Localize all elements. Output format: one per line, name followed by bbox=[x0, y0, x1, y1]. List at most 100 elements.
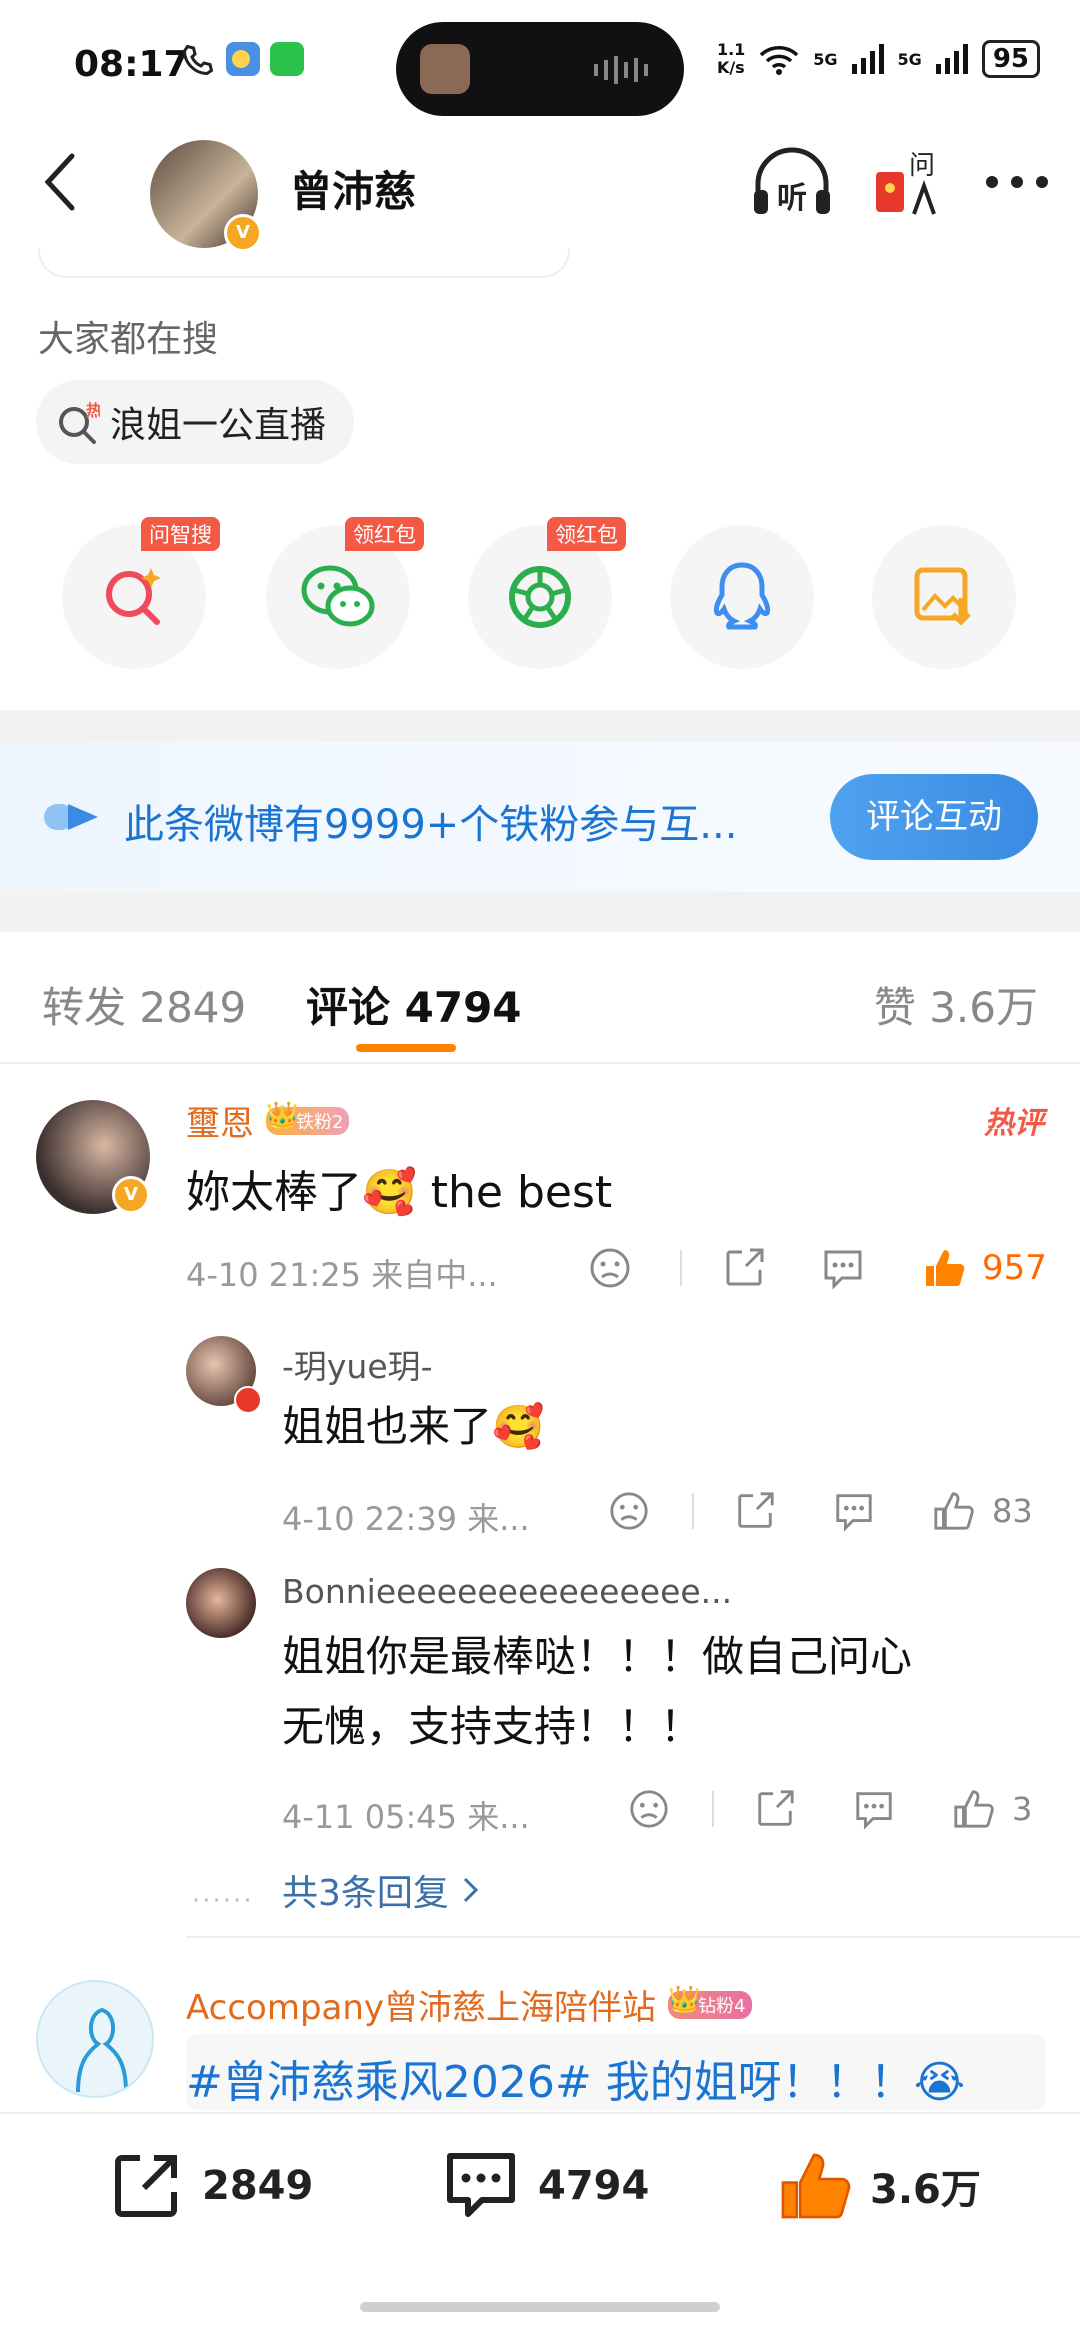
status-time: 08:17 bbox=[74, 44, 189, 85]
commenter-avatar[interactable] bbox=[36, 1980, 154, 2098]
headphones-icon: 听 bbox=[754, 147, 830, 216]
like-count: 3 bbox=[1012, 1790, 1033, 1828]
header-actions: 听 问 bbox=[750, 144, 1050, 220]
signal-label-1: 5G bbox=[813, 49, 838, 69]
share-comment-icon[interactable] bbox=[754, 1788, 796, 1830]
reply-comment-icon[interactable] bbox=[820, 1246, 866, 1290]
commenter-name[interactable]: 璽恩 bbox=[186, 1096, 254, 1145]
wifi-icon bbox=[760, 46, 799, 75]
trending-search-label: 浪姐一公直播 bbox=[110, 405, 327, 446]
ai-search-icon bbox=[106, 568, 161, 625]
verified-badge-icon: V bbox=[112, 1176, 150, 1214]
bottom-comment-button[interactable]: 4794 bbox=[442, 2148, 649, 2224]
comment-actions: 957 bbox=[588, 1246, 1047, 1290]
thread-dots: ······ bbox=[192, 1886, 254, 1916]
commenter-name[interactable]: Accompany曾沛慈上海陪伴站 bbox=[186, 1980, 656, 2029]
action-separator bbox=[712, 1791, 714, 1827]
bottom-like-button[interactable]: 3.6万 bbox=[776, 2148, 981, 2224]
thumbs-up-icon bbox=[781, 2153, 851, 2219]
reply-user[interactable]: Bonnieeeeeeeeeeeeeeee... bbox=[282, 1572, 732, 1611]
author-avatar[interactable]: V bbox=[150, 140, 262, 252]
qq-icon bbox=[713, 562, 771, 630]
net-speed: 1.1 K/s bbox=[716, 40, 746, 77]
signal-icon-2 bbox=[935, 44, 968, 74]
comment-text: 妳太棒了🥰 the best bbox=[186, 1167, 613, 1218]
bottom-repost-button[interactable]: 2849 bbox=[108, 2148, 313, 2224]
reply-comment-icon[interactable] bbox=[852, 1788, 896, 1830]
save-image-icon bbox=[914, 567, 971, 626]
tab-repost[interactable]: 转发 2849 bbox=[42, 974, 246, 1035]
reply-text-line-2: 无愧，支持支持！！！ bbox=[282, 1702, 703, 1751]
more-replies-link[interactable]: 共3条回复 bbox=[282, 1864, 481, 1916]
share-comment-icon[interactable] bbox=[734, 1490, 776, 1532]
previous-card-edge bbox=[38, 248, 570, 278]
comment-interact-button[interactable]: 评论互动 bbox=[830, 774, 1038, 860]
home-indicator[interactable] bbox=[360, 2302, 720, 2312]
listen-button[interactable]: 听 bbox=[750, 144, 834, 220]
tab-comment[interactable]: 评论 4794 bbox=[306, 974, 522, 1035]
battery-indicator: 95 bbox=[981, 40, 1040, 78]
weather-icon bbox=[226, 42, 260, 76]
status-bar: 08:17 1.1 K/s 5G 5G 95 bbox=[0, 0, 1080, 120]
interaction-tabs: 转发 2849 评论 4794 赞 3.6万 bbox=[0, 932, 1080, 1064]
fan-level-label: 钻粉4 bbox=[698, 1995, 746, 2017]
like-icon[interactable] bbox=[932, 1490, 974, 1532]
like-icon[interactable] bbox=[952, 1788, 994, 1830]
share-save-image-button[interactable] bbox=[872, 525, 1016, 669]
like-icon-active[interactable] bbox=[922, 1246, 966, 1290]
fan-banner-text: 此条微博有9999+个铁粉参与互... bbox=[124, 802, 738, 848]
reply-meta: 4-10 22:39 来... bbox=[282, 1500, 530, 1538]
bottom-like-count: 3.6万 bbox=[870, 2167, 981, 2213]
play-bubbles-icon bbox=[44, 804, 98, 830]
signal-label-2: 5G bbox=[897, 49, 922, 69]
dislike-face-icon[interactable] bbox=[628, 1788, 670, 1830]
dislike-face-icon[interactable] bbox=[608, 1490, 650, 1532]
back-arrow-icon[interactable] bbox=[38, 150, 84, 214]
ask-redpacket-button[interactable]: 问 bbox=[874, 144, 944, 220]
action-separator bbox=[692, 1493, 694, 1529]
reply-actions: 83 bbox=[608, 1490, 1033, 1532]
chevron-right-icon bbox=[463, 1877, 479, 1903]
hot-comment-tag: 热评 bbox=[984, 1106, 1044, 1141]
reply-comment-icon[interactable] bbox=[832, 1490, 876, 1532]
share-tag-wechat: 领红包 bbox=[345, 517, 424, 551]
fan-interaction-banner[interactable]: 此条微博有9999+个铁粉参与互... 评论互动 bbox=[0, 742, 1080, 892]
section-divider bbox=[0, 710, 1080, 742]
reply-user[interactable]: -玥yue玥- bbox=[282, 1340, 433, 1388]
trending-search-chip[interactable]: 热 浪姐一公直播 bbox=[36, 380, 355, 464]
moments-icon bbox=[509, 566, 571, 628]
tab-like[interactable]: 赞 3.6万 bbox=[874, 974, 1038, 1035]
more-replies-label: 共3条回复 bbox=[282, 1873, 449, 1914]
post-header: V 曾沛慈 听 问 bbox=[0, 120, 1080, 252]
svg-text:热: 热 bbox=[86, 401, 100, 420]
bottom-comment-count: 4794 bbox=[538, 2163, 650, 2209]
share-ai-search-button[interactable]: 问智搜 bbox=[62, 517, 220, 669]
dynamic-island bbox=[396, 22, 684, 116]
hot-search-icon: 热 bbox=[59, 401, 100, 444]
comment-text: #曾沛慈乘风2026# 我的姐呀！！！😭 bbox=[186, 2057, 966, 2108]
reply-avatar[interactable] bbox=[186, 1568, 256, 1638]
reply-text-line-1: 姐姐你是最棒哒！！！做自己问心 bbox=[282, 1632, 913, 1681]
comment-header: 璽恩 👑 铁粉2 bbox=[186, 1096, 350, 1145]
share-wechat-button[interactable]: 领红包 bbox=[266, 517, 424, 669]
share-qq-button[interactable] bbox=[670, 525, 814, 669]
reply-meta: 4-11 05:45 来... bbox=[282, 1798, 530, 1836]
author-name[interactable]: 曾沛慈 bbox=[290, 158, 416, 219]
dislike-face-icon[interactable] bbox=[588, 1246, 632, 1290]
fan-level-badge: 👑 铁粉2 bbox=[266, 1101, 350, 1135]
trending-search-title: 大家都在搜 bbox=[38, 319, 219, 360]
share-tag-moments: 领红包 bbox=[547, 517, 626, 551]
action-separator bbox=[680, 1250, 682, 1286]
signal-icon-1 bbox=[851, 44, 884, 74]
share-row: 问智搜 领红包 领红包 bbox=[0, 517, 1080, 675]
comment-icon bbox=[447, 2153, 515, 2217]
like-count: 83 bbox=[992, 1492, 1033, 1530]
share-moments-button[interactable]: 领红包 bbox=[468, 517, 626, 669]
like-count: 957 bbox=[982, 1248, 1047, 1288]
section-divider-2 bbox=[0, 892, 1080, 932]
more-options-icon[interactable] bbox=[984, 172, 1050, 192]
member-badge-icon bbox=[234, 1386, 262, 1414]
red-packet-icon: 问 bbox=[876, 151, 936, 215]
share-comment-icon[interactable] bbox=[722, 1246, 766, 1290]
wechat-icon bbox=[301, 565, 375, 627]
